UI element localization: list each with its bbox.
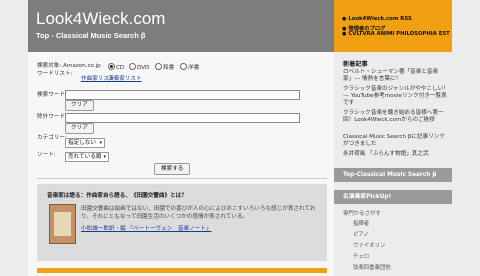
new-post-link[interactable]: ロベルト・シューマン著「音楽と音楽家」--- 情熱を言葉に！ <box>343 69 449 83</box>
header-motto: ● CVLTVRA ANIMI PHILOSOPHIA EST <box>342 31 450 37</box>
book-link[interactable]: 小松雄一郎訳・編 『ベートーヴェン 音楽ノート』 <box>81 225 317 233</box>
pickup-title-bar: 名演奏家PickUp! <box>334 190 452 204</box>
categories-label: 専門かるさがす <box>343 211 381 217</box>
chevron-down-icon: ▾ <box>99 140 102 146</box>
chevron-down-icon: ▾ <box>103 154 106 160</box>
site-title[interactable]: Look4Wieck.com <box>36 9 165 29</box>
header-links: ● Look4Wieck.com RSS ● 管理者のブログ ● CVLTVRA AN… <box>334 0 452 52</box>
wordlist-label: ワードリスト: <box>37 71 73 77</box>
new-post-link[interactable]: Classical Music Search βに記事リンクがつきました <box>343 134 449 148</box>
radio-japanese-books[interactable]: 和書 <box>155 63 174 71</box>
category-link[interactable]: チェロ <box>353 252 369 260</box>
section-title-bar[interactable]: Top-Classical Music Search β <box>334 168 452 182</box>
search-target-label: 検索対象: Amazon.co.jp <box>37 63 101 69</box>
sort-label: ソート: <box>37 152 56 158</box>
bullet-icon: ● <box>342 16 347 22</box>
radio-dvd[interactable]: DVD <box>129 63 149 71</box>
article-quote: 田園交響曲は絵画ではない、田園での喜びが人の心によびおこすいろいろな感じが表され… <box>81 206 316 220</box>
rss-link[interactable]: ● Look4Wieck.com RSS <box>342 16 412 22</box>
category-link[interactable]: 弦楽四重奏団他 <box>353 263 391 271</box>
radio-cd[interactable]: CD <box>108 63 124 71</box>
clear-exclude-button[interactable]: クリア <box>65 123 94 134</box>
bullet-icon: ● <box>342 31 347 37</box>
book-cover-image[interactable] <box>49 204 76 244</box>
category-link[interactable]: ピアノ <box>353 230 369 238</box>
article-title[interactable]: 音楽家は語る：作曲家自ら語る、《田園交響曲》とは？ <box>47 191 187 199</box>
site-subtitle: Top - Classical Music Search β <box>36 31 146 40</box>
search-submit-button[interactable]: 検索する <box>154 163 191 175</box>
main-content: 検索対象: Amazon.co.jp CD DVD 和書 洋書 ワードリスト: … <box>28 52 334 276</box>
performer-list-link[interactable]: 演奏家リスト <box>108 74 142 82</box>
divider <box>37 178 327 179</box>
exclude-word-label: 除外ワード: <box>37 114 67 120</box>
new-post-link[interactable]: クラシック音楽のジャンルがややこしい！ --- YouTube参考movieリン… <box>343 86 449 107</box>
article-body: 田園交響曲は絵画ではない、田園での喜びが人の心によびおこすいろいろな感じが表され… <box>81 205 317 233</box>
radio-foreign-books-control[interactable] <box>180 63 187 70</box>
search-word-input[interactable] <box>65 90 300 100</box>
radio-dvd-control[interactable] <box>129 63 136 70</box>
site-header: Look4Wieck.com Top - Classical Music Sea… <box>28 0 334 52</box>
book-cover-label <box>54 212 71 236</box>
category-link[interactable]: 指揮者 <box>353 219 369 227</box>
radio-japanese-books-control[interactable] <box>155 63 162 70</box>
featured-article: 音楽家は語る：作曲家自ら語る、《田園交響曲》とは？ 田園交響曲は絵画ではない、田… <box>37 184 327 261</box>
category-select[interactable]: 指定しない ▾ <box>65 138 105 148</box>
sort-select[interactable]: 売れている順 ▾ <box>65 152 109 162</box>
page: Look4Wieck.com Top - Classical Music Sea… <box>0 0 480 276</box>
category-link[interactable]: ヴァイオリン <box>353 241 385 249</box>
sidebar: 新着記事 ロベルト・シューマン著「音楽と音楽家」--- 情熱を言葉に！ クラシッ… <box>334 52 452 276</box>
radio-cd-control[interactable] <box>108 63 115 70</box>
radio-foreign-books[interactable]: 洋書 <box>180 63 199 71</box>
exclude-word-input[interactable] <box>65 113 300 123</box>
category-label: カテゴリー: <box>37 135 67 141</box>
new-post-link[interactable]: クラシック音楽を聴き始める皆様へ第一回！Look4Wieck.comからのご挨拶 <box>343 110 449 124</box>
search-word-label: 検索ワード: <box>37 92 67 98</box>
new-post-link[interactable]: 永井荷風 「ふらんす物語」其之弐 <box>343 151 449 158</box>
new-posts-heading: 新着記事 <box>343 61 368 68</box>
footer-accent-bar <box>37 268 327 273</box>
clear-search-button[interactable]: クリア <box>65 100 94 111</box>
